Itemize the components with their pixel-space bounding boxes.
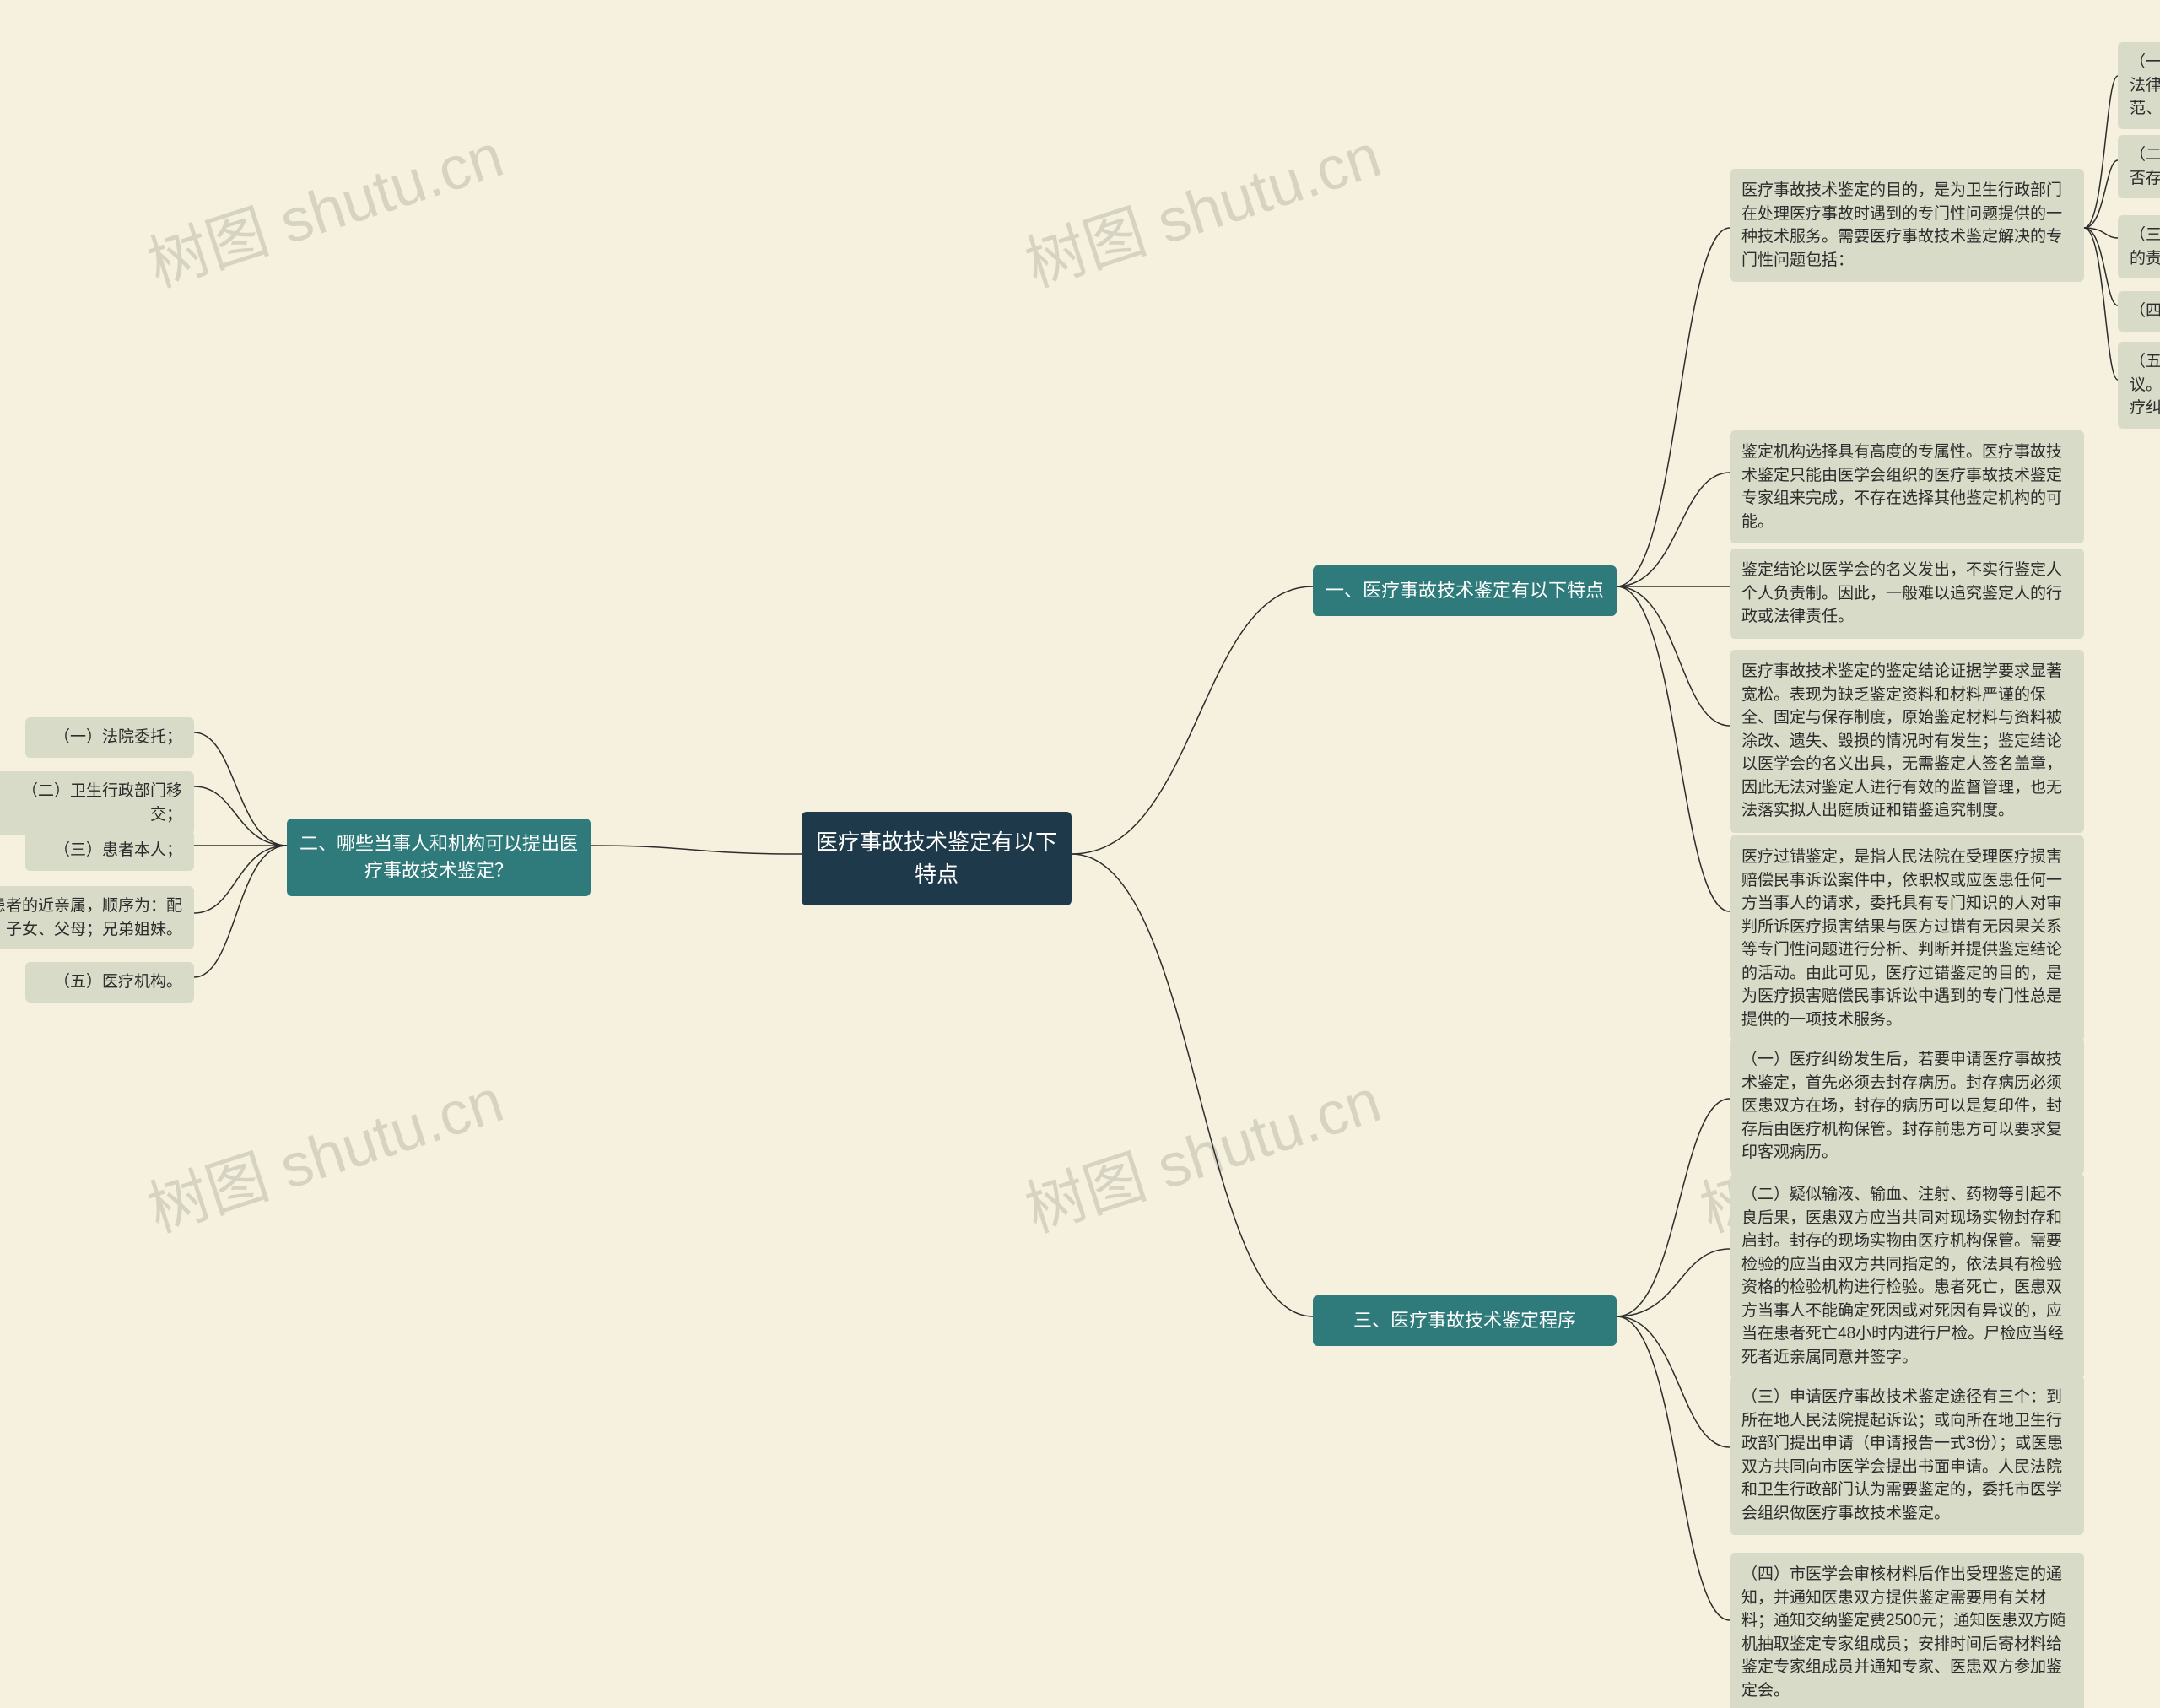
b1-child-2[interactable]: 鉴定机构选择具有高度的专属性。医疗事故技术鉴定只能由医学会组织的医疗事故技术鉴定… [1730,430,2084,543]
b1-child-1[interactable]: 医疗事故技术鉴定的目的，是为卫生行政部门在处理医疗事故时遇到的专门性问题提供的一… [1730,169,2084,282]
b2-leaf-5[interactable]: （五）医疗机构。 [25,962,194,1003]
b1-c1-leaf-1[interactable]: （一）判断医疗行为是否违反医疗卫生管理法律、行政法规、部门规章和诊疗护理规范、常… [2118,42,2160,129]
b1-c1-leaf-5[interactable]: （五）对医疗事故患者的医疗护理医学建议。这些专门性问题是卫生行政部门处理医疗纠纷… [2118,342,2160,429]
b1-c1-leaf-4[interactable]: （四）医疗事故等级； [2118,291,2160,332]
b2-leaf-1[interactable]: （一）法院委托； [25,717,194,758]
b3-leaf-3[interactable]: （三）申请医疗事故技术鉴定途径有三个：到所在地人民法院提起诉讼；或向所在地卫生行… [1730,1376,2084,1535]
watermark: 树图 shutu.cn [135,1051,512,1249]
b2-leaf-3[interactable]: （三）患者本人； [25,830,194,871]
root-node[interactable]: 医疗事故技术鉴定有以下特点 [802,812,1072,905]
b3-leaf-4[interactable]: （四）市医学会审核材料后作出受理鉴定的通知，并通知医患双方提供鉴定需要用有关材料… [1730,1553,2084,1708]
b1-c1-leaf-3[interactable]: （三）医疗过失行为在医疗事故损害后果中的责任程序； [2118,215,2160,278]
b1-child-5[interactable]: 医疗过错鉴定，是指人民法院在受理医疗损害赔偿民事诉讼案件中，依职权或应医患任何一… [1730,835,2084,1041]
branch-3[interactable]: 三、医疗事故技术鉴定程序 [1313,1295,1617,1346]
b3-leaf-1[interactable]: （一）医疗纠纷发生后，若要申请医疗事故技术鉴定，首先必须去封存病历。封存病历必须… [1730,1038,2084,1175]
b1-child-3[interactable]: 鉴定结论以医学会的名义发出，不实行鉴定人个人负责制。因此，一般难以追究鉴定人的行… [1730,549,2084,639]
b1-c1-leaf-2[interactable]: （二）医疗过失行为与人身损害后果之间是否存在因果关系； [2118,135,2160,198]
b3-leaf-2[interactable]: （二）疑似输液、输血、注射、药物等引起不良后果，医患双方应当共同对现场实物封存和… [1730,1173,2084,1379]
b1-child-4[interactable]: 医疗事故技术鉴定的鉴定结论证据学要求显著宽松。表现为缺乏鉴定资料和材料严谨的保全… [1730,650,2084,833]
b2-leaf-2[interactable]: （二）卫生行政部门移交； [0,771,194,835]
watermark: 树图 shutu.cn [135,105,512,304]
b2-leaf-4[interactable]: （四）死亡患者的近亲属，顺序为：配偶；子女、父母；兄弟姐妹。 [0,886,194,949]
watermark: 树图 shutu.cn [1012,1051,1390,1249]
branch-1[interactable]: 一、医疗事故技术鉴定有以下特点 [1313,565,1617,616]
watermark: 树图 shutu.cn [1012,105,1390,304]
branch-2[interactable]: 二、哪些当事人和机构可以提出医疗事故技术鉴定？ [287,819,591,896]
